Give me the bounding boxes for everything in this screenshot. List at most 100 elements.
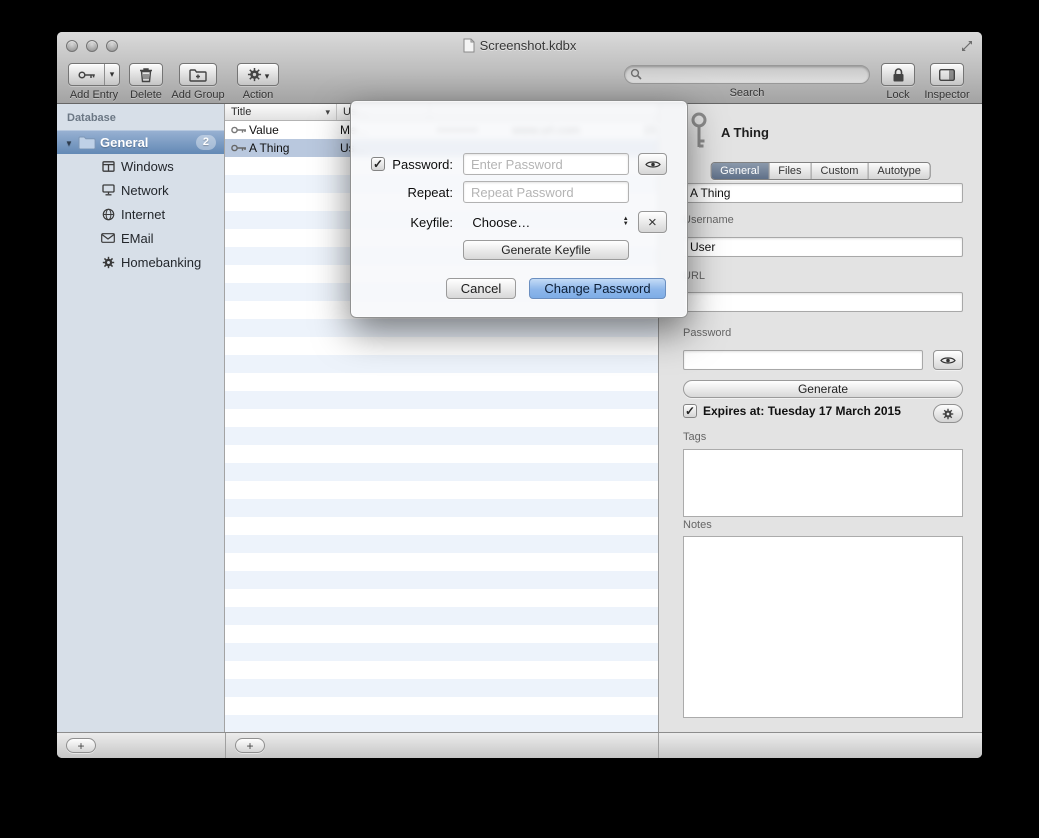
lock-icon-button[interactable] — [881, 63, 915, 86]
url-field[interactable] — [683, 292, 963, 312]
keyfile-row: Keyfile: Choose… ▲▼ × — [371, 211, 667, 233]
sidebar-item-homebanking[interactable]: Homebanking — [57, 250, 224, 274]
trash-icon — [139, 67, 153, 83]
inspector-label: Inspector — [924, 89, 969, 101]
sidebar-item-label: Windows — [121, 159, 174, 174]
notes-field[interactable] — [683, 536, 963, 718]
search-label: Search — [730, 87, 765, 99]
homebanking-gear-icon — [98, 256, 118, 269]
expires-checkbox[interactable] — [683, 404, 697, 418]
generate-keyfile-row: Generate Keyfile — [371, 239, 667, 261]
entry-key-icon — [689, 112, 709, 150]
sidebar: Database General 2 Windows — [57, 104, 225, 732]
entry-title: A Thing — [249, 139, 289, 157]
tab-custom[interactable]: Custom — [812, 163, 869, 179]
sidebar-item-label: EMail — [121, 231, 154, 246]
tags-field[interactable] — [683, 449, 963, 517]
tab-general[interactable]: General — [711, 163, 769, 179]
delete-label: Delete — [130, 89, 162, 101]
add-group-label: Add Group — [171, 89, 224, 101]
key-icon — [231, 126, 247, 134]
repeat-row: Repeat: — [371, 181, 667, 203]
entry-count-badge: 2 — [196, 135, 216, 150]
stepper-icon: ▲▼ — [623, 217, 629, 227]
sidebar-item-windows[interactable]: Windows — [57, 154, 224, 178]
key-icon — [69, 64, 104, 85]
repeat-password-input[interactable] — [463, 181, 629, 203]
change-password-button[interactable]: Change Password — [529, 278, 666, 299]
inspector-tabs: General Files Custom Autotype — [710, 162, 931, 180]
lock-button[interactable]: Lock — [879, 63, 917, 101]
show-password-button[interactable] — [638, 153, 667, 175]
change-password-popover: Password: Repeat: Keyfile: Choose… ▲▼ — [350, 100, 688, 318]
tab-autotype[interactable]: Autotype — [868, 163, 929, 179]
chevron-down-icon[interactable] — [104, 64, 119, 85]
folder-icon — [77, 136, 97, 149]
key-icon — [231, 144, 247, 152]
tab-files[interactable]: Files — [769, 163, 811, 179]
inspector-panel-icon — [939, 69, 955, 81]
username-field[interactable] — [683, 237, 963, 257]
generate-password-button[interactable]: Generate — [683, 380, 963, 398]
gear-icon — [247, 67, 262, 82]
password-field[interactable] — [683, 350, 923, 370]
sidebar-item-email[interactable]: EMail — [57, 226, 224, 250]
fullscreen-icon[interactable] — [960, 39, 974, 53]
search-icon — [630, 68, 642, 80]
app-window: Screenshot.kdbx Add Entry — [57, 32, 982, 758]
add-group-footer-button[interactable]: + — [66, 738, 96, 753]
desktop: Screenshot.kdbx Add Entry — [0, 0, 1039, 838]
sidebar-item-internet[interactable]: Internet — [57, 202, 224, 226]
action-label: Action — [243, 89, 274, 101]
gear-icon — [942, 408, 954, 420]
add-entry-segmented-control[interactable] — [68, 63, 120, 86]
delete-button[interactable]: Delete — [127, 63, 165, 101]
new-password-input[interactable] — [463, 153, 629, 175]
document-icon — [463, 38, 475, 53]
sidebar-item-label: Homebanking — [121, 255, 201, 270]
titlebar[interactable]: Screenshot.kdbx — [57, 32, 982, 60]
expires-label: Expires at: Tuesday 17 March 2015 — [703, 404, 901, 418]
cancel-button[interactable]: Cancel — [446, 278, 516, 299]
popover-actions: Cancel Change Password — [446, 278, 666, 299]
sidebar-item-general[interactable]: General 2 — [57, 130, 224, 154]
inspector-icon-button[interactable] — [930, 63, 964, 86]
sidebar-section-header: Database — [57, 112, 224, 130]
inspector-toggle-button[interactable]: Inspector — [919, 63, 975, 101]
folder-plus-icon — [189, 68, 207, 82]
bottom-bar: + + — [57, 732, 982, 758]
window-title-text: Screenshot.kdbx — [480, 38, 577, 53]
keyfile-popup[interactable]: Choose… ▲▼ — [472, 215, 628, 230]
search-input[interactable] — [624, 65, 870, 84]
enable-password-checkbox[interactable] — [371, 157, 385, 171]
disclosure-triangle-icon[interactable] — [65, 135, 77, 150]
sort-indicator-icon — [325, 104, 330, 120]
delete-icon-button[interactable] — [129, 63, 163, 86]
title-field[interactable] — [683, 183, 963, 203]
eye-icon — [645, 160, 661, 169]
password-label: Password: — [389, 157, 453, 172]
envelope-icon — [98, 233, 118, 243]
show-password-button[interactable] — [933, 350, 963, 370]
add-group-button[interactable]: Add Group — [169, 63, 227, 101]
expires-settings-button[interactable] — [933, 404, 963, 423]
action-button[interactable]: Action — [235, 63, 281, 101]
windows-icon — [98, 160, 118, 173]
add-group-icon-button[interactable] — [179, 63, 217, 86]
keyfile-label: Keyfile: — [389, 215, 453, 230]
sidebar-item-label: General — [100, 135, 148, 150]
tags-label: Tags — [683, 431, 706, 443]
add-entry-button[interactable]: Add Entry — [65, 63, 123, 101]
action-icon-button[interactable] — [237, 63, 279, 86]
window-header: Screenshot.kdbx Add Entry — [57, 32, 982, 104]
add-entry-footer-button[interactable]: + — [235, 738, 265, 753]
username-label: Username — [683, 214, 734, 226]
inspector-entry-title: A Thing — [721, 125, 769, 140]
divider — [658, 733, 659, 758]
clear-keyfile-button[interactable]: × — [638, 211, 667, 233]
sidebar-item-network[interactable]: Network — [57, 178, 224, 202]
globe-icon — [98, 208, 118, 221]
generate-keyfile-button[interactable]: Generate Keyfile — [463, 240, 629, 260]
column-header-title[interactable]: Title — [225, 104, 337, 120]
password-row: Password: — [371, 153, 667, 175]
